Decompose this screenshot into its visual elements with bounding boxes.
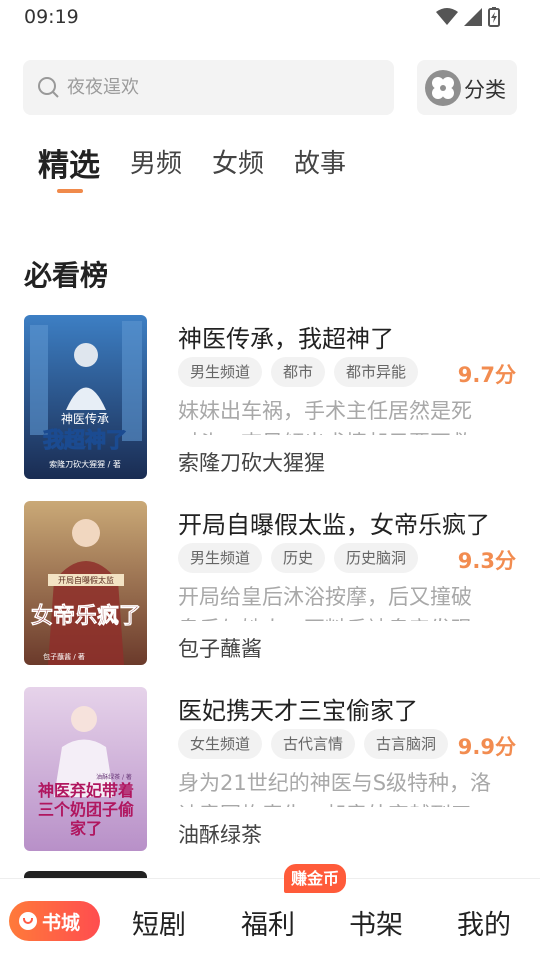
channel-tabs: 精选 男频 女频 故事 <box>38 140 376 193</box>
book-author: 索隆刀砍大猩猩 <box>178 451 325 475</box>
book-item[interactable]: 油酥绿茶 / 著 神医弃妃带着三个奶团子偷家了 医妃携天才三宝偷家了 女生频道 … <box>24 687 524 852</box>
earn-coins-badge: 赚金币 <box>284 864 347 893</box>
svg-text:我超神了: 我超神了 <box>43 428 127 452</box>
svg-text:索隆刀砍大猩猩 / 著: 索隆刀砍大猩猩 / 著 <box>49 459 121 469</box>
category-label: 分类 <box>464 78 506 102</box>
book-tag: 都市 <box>271 357 326 387</box>
book-title[interactable]: 神医传承，我超神了 <box>178 319 394 354</box>
book-score: 9.3分 <box>457 549 516 573</box>
book-tag: 男生频道 <box>178 357 263 387</box>
nav-label: 书城 <box>42 912 81 934</box>
book-cover[interactable]: 油酥绿茶 / 著 神医弃妃带着三个奶团子偷家了 <box>24 687 147 851</box>
tab-stories[interactable]: 故事 <box>294 143 346 185</box>
section-title: 必看榜 <box>24 259 109 292</box>
nav-rewards[interactable]: 福利 <box>241 903 295 942</box>
book-tag: 女生频道 <box>178 729 263 759</box>
book-item[interactable]: 开局自曝假太监 女帝乐疯了 包子蘸酱 / 著 开局自曝假太监，女帝乐疯了 男生频… <box>24 501 524 666</box>
book-tag: 历史脑洞 <box>334 543 419 573</box>
signal-icon <box>464 8 482 26</box>
book-tag: 历史 <box>271 543 326 573</box>
status-time: 09:19 <box>24 6 79 28</box>
book-description: 开局给皇后沐浴按摩，后又撞破 皇后与她人，不料反被皇帝发现 <box>178 585 472 621</box>
book-score: 9.7分 <box>457 363 516 387</box>
wifi-icon <box>436 8 458 25</box>
book-tags: 男生频道 都市 都市异能 <box>178 357 427 387</box>
tab-featured[interactable]: 精选 <box>38 140 100 193</box>
status-bar: 09:19 <box>0 0 540 34</box>
svg-text:包子蘸酱 / 著: 包子蘸酱 / 著 <box>43 652 85 661</box>
search-input[interactable] <box>67 60 367 115</box>
book-tag: 古代言情 <box>271 729 356 759</box>
tab-label: 女频 <box>212 149 265 179</box>
tab-label: 男频 <box>130 149 183 179</box>
book-author: 包子蘸酱 <box>178 637 262 661</box>
book-tags: 女生频道 古代言情 古言脑洞 <box>178 729 457 759</box>
battery-icon <box>488 7 500 27</box>
nav-bookstore[interactable]: 书城 <box>9 901 100 941</box>
book-description: 身为21世纪的神医与S级特种，洛 诗意因炸毒失，却意外穿越到了 <box>178 771 492 807</box>
book-title[interactable]: 医妃携天才三宝偷家了 <box>178 691 418 726</box>
tab-label: 精选 <box>38 148 100 184</box>
svg-text:女帝乐疯了: 女帝乐疯了 <box>31 603 141 629</box>
category-icon <box>425 70 461 106</box>
book-tag: 男生频道 <box>178 543 263 573</box>
tab-female[interactable]: 女频 <box>212 143 264 185</box>
book-author: 油酥绿茶 <box>178 823 262 847</box>
book-cover[interactable]: 开局自曝假太监 女帝乐疯了 包子蘸酱 / 著 <box>24 501 147 665</box>
bottom-nav: 书城 短剧 福利 书架 我的 赚金币 <box>0 864 540 961</box>
book-tags: 男生频道 历史 历史脑洞 <box>178 543 427 573</box>
svg-text:油酥绿茶 / 著: 油酥绿茶 / 著 <box>96 773 132 781</box>
book-cover[interactable]: 神医传承 我超神了 索隆刀砍大猩猩 / 著 <box>24 315 147 479</box>
search-bar[interactable] <box>23 60 394 115</box>
category-button[interactable]: 分类 <box>417 60 517 115</box>
nav-bookshelf[interactable]: 书架 <box>349 903 403 942</box>
book-item[interactable]: 神医传承 我超神了 索隆刀砍大猩猩 / 著 神医传承，我超神了 男生频道 都市 … <box>24 315 524 480</box>
tab-male[interactable]: 男频 <box>130 143 182 185</box>
tab-label: 故事 <box>294 149 347 179</box>
book-tag: 古言脑洞 <box>364 729 449 759</box>
tab-active-indicator <box>57 189 83 193</box>
book-score: 9.9分 <box>457 735 516 759</box>
nav-short-drama[interactable]: 短剧 <box>132 903 186 942</box>
nav-mine[interactable]: 我的 <box>457 903 511 942</box>
svg-text:开局自曝假太监: 开局自曝假太监 <box>58 575 114 585</box>
book-tag: 都市异能 <box>334 357 419 387</box>
svg-text:神医传承: 神医传承 <box>61 411 109 426</box>
book-description: 妹妹出车祸，手术主任居然是死 对头，李风倾出求情却只要不救 <box>178 399 472 435</box>
search-icon <box>38 77 59 98</box>
book-title[interactable]: 开局自曝假太监，女帝乐疯了 <box>178 505 490 540</box>
bookstore-icon <box>19 912 37 930</box>
status-icons <box>436 7 500 27</box>
